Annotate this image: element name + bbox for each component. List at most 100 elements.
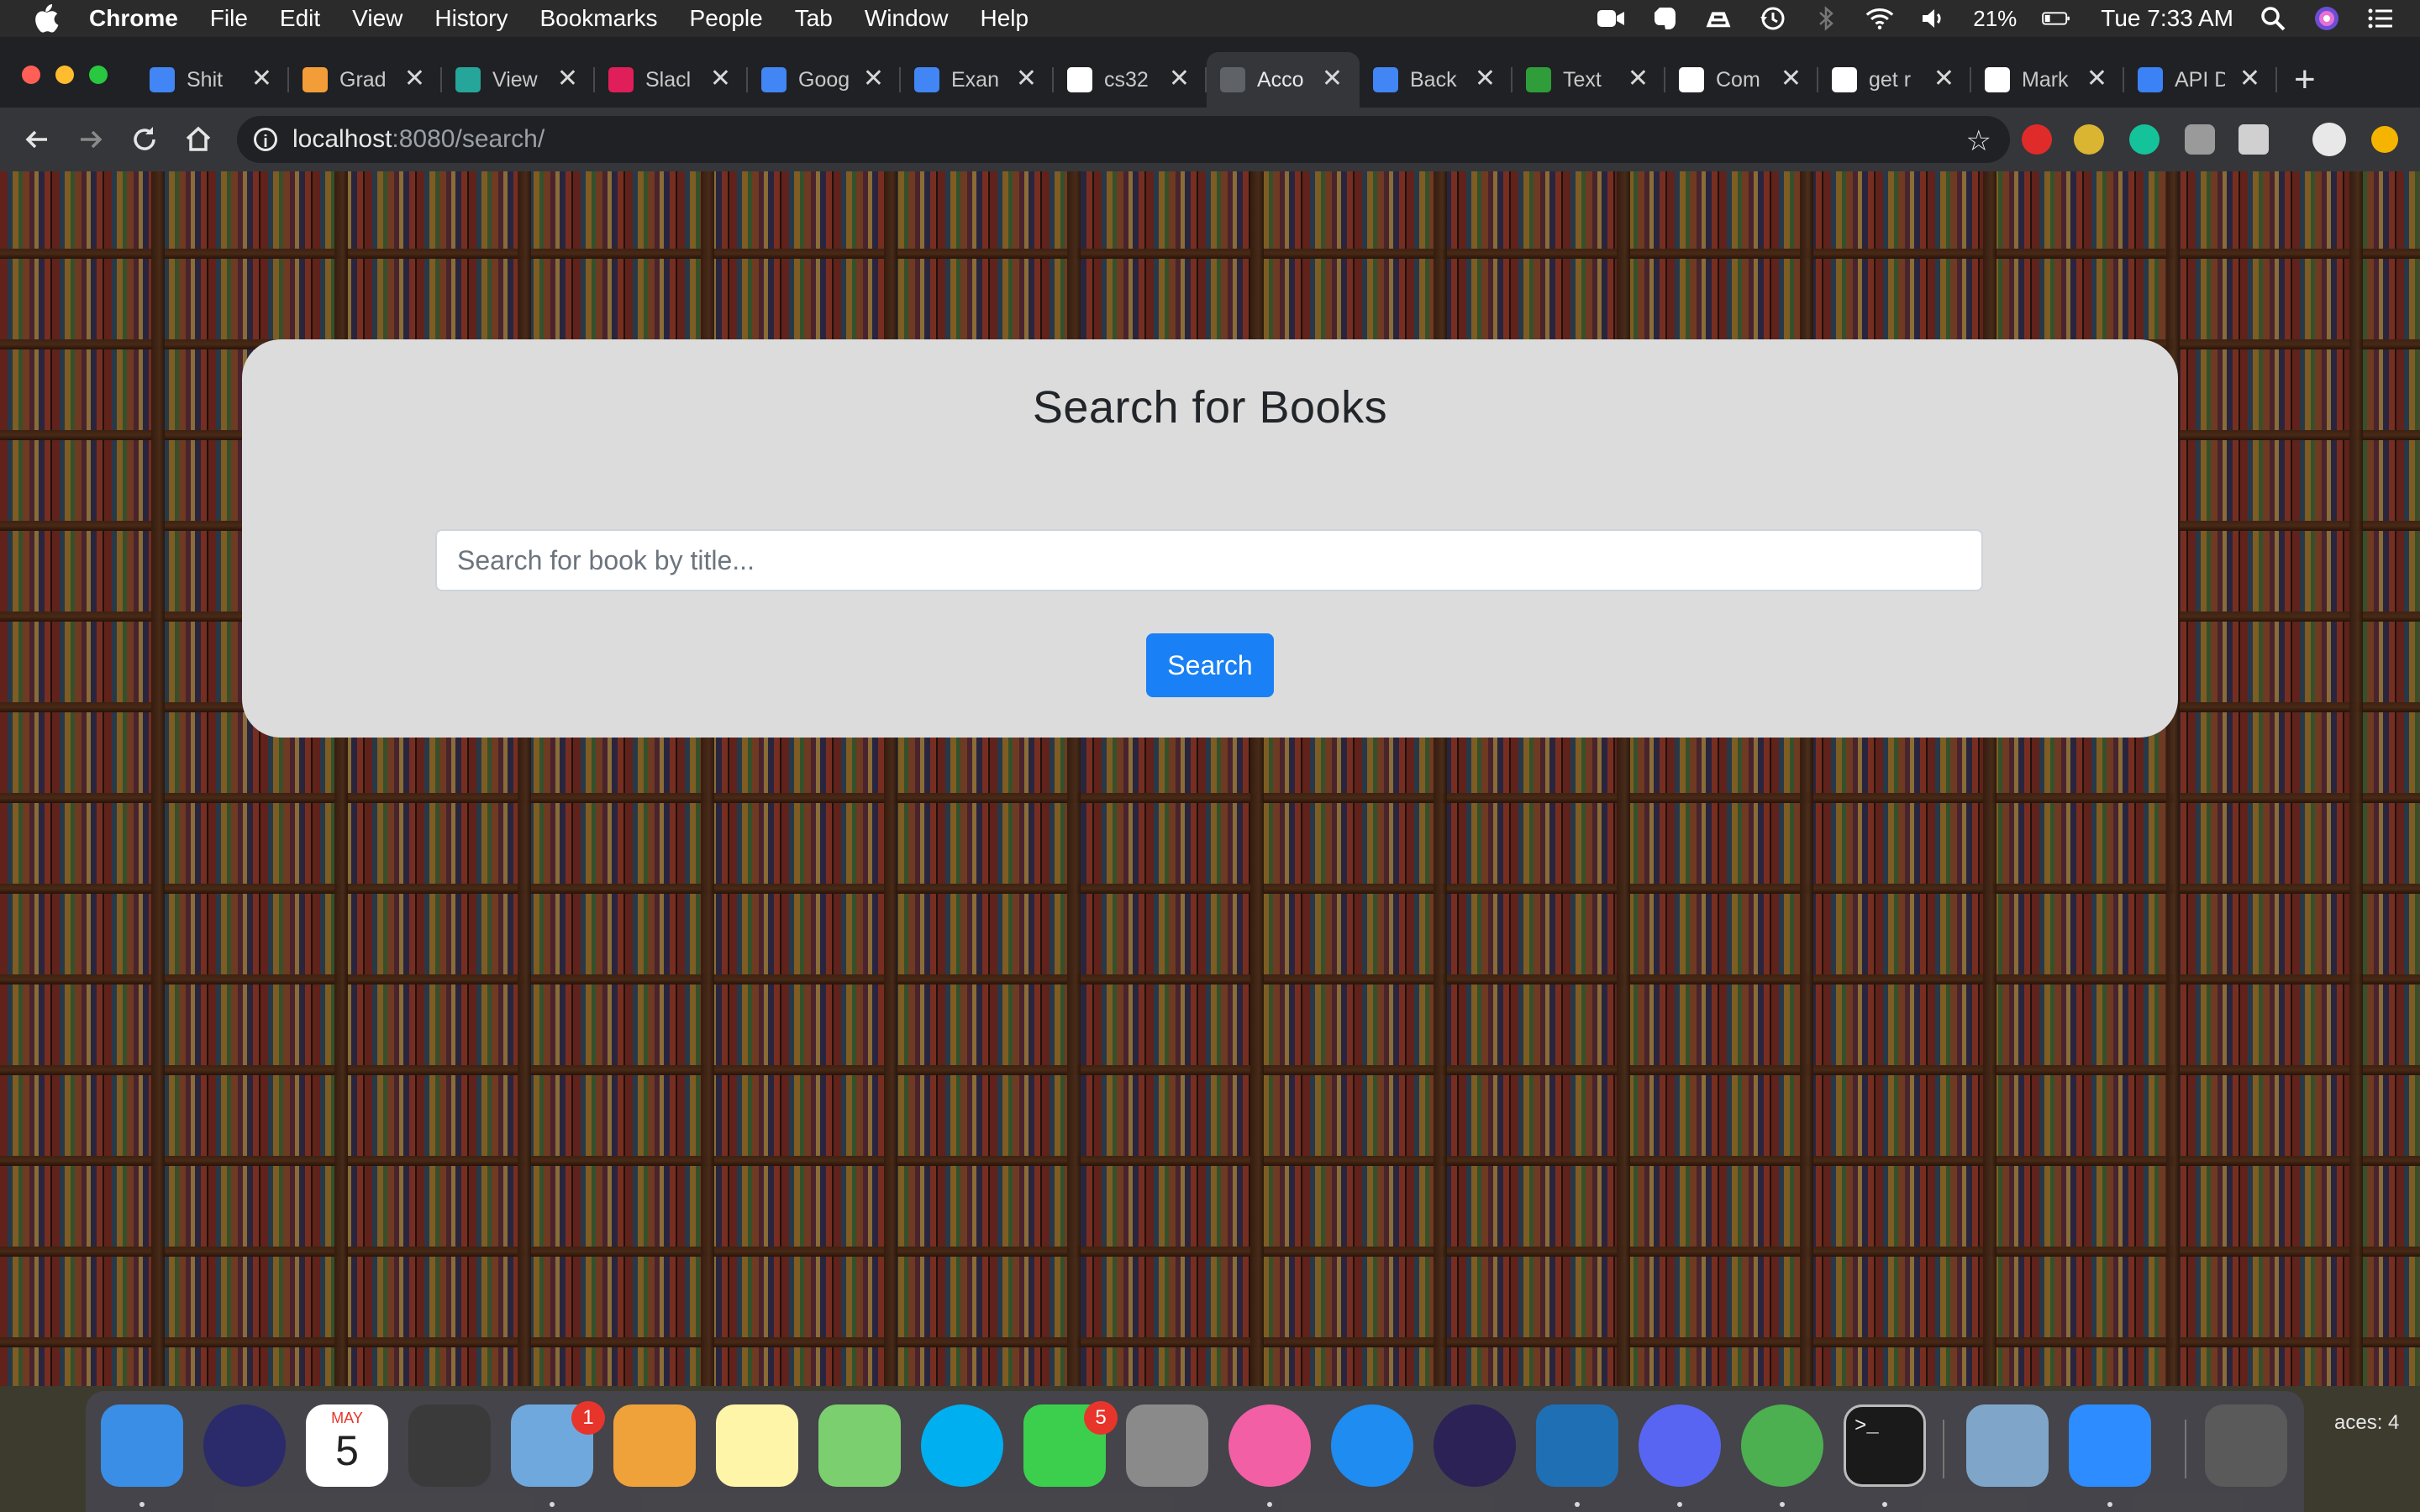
browser-tab[interactable]: Goog ✕	[748, 52, 901, 108]
tab-close-icon[interactable]: ✕	[1781, 66, 1802, 92]
tab-close-icon[interactable]: ✕	[2086, 66, 2107, 92]
notification-badge: 5	[1084, 1401, 1118, 1435]
preview-icon[interactable]	[1966, 1404, 2049, 1487]
url-host: localhost	[292, 125, 392, 153]
browser-tab[interactable]: View ✕	[442, 52, 595, 108]
calendar-icon[interactable]: MAY 5	[306, 1404, 388, 1487]
menu-window[interactable]: Window	[865, 5, 949, 32]
browser-tab[interactable]: Shit ✕	[136, 52, 289, 108]
bluetooth-icon[interactable]	[1812, 6, 1840, 31]
app-store-icon[interactable]	[1331, 1404, 1413, 1487]
running-indicator	[1677, 1502, 1682, 1507]
notes-icon[interactable]	[716, 1404, 798, 1487]
browser-tab[interactable]: get r ✕	[1818, 52, 1971, 108]
browser-tab[interactable]: Back ✕	[1360, 52, 1512, 108]
adblock-icon[interactable]	[2022, 124, 2052, 155]
terminal-icon[interactable]: >_	[1844, 1404, 1926, 1487]
siri-icon[interactable]	[203, 1404, 286, 1487]
tab-close-icon[interactable]: ✕	[2239, 66, 2260, 92]
browser-tab[interactable]: cs32 ✕	[1054, 52, 1207, 108]
spotlight-icon[interactable]	[2259, 7, 2287, 31]
tab-close-icon[interactable]: ✕	[1322, 66, 1343, 92]
menu-help[interactable]: Help	[980, 5, 1028, 32]
address-bar[interactable]: i localhost:8080/search/ ☆	[237, 116, 2010, 163]
browser-tab[interactable]: Grad ✕	[289, 52, 442, 108]
browser-tab[interactable]: Text ✕	[1512, 52, 1665, 108]
siri-icon[interactable]	[2312, 7, 2341, 30]
profile-avatar[interactable]	[2312, 123, 2346, 156]
wifi-icon[interactable]	[1865, 7, 1894, 30]
api-docs-icon	[2138, 67, 2163, 92]
maps-icon[interactable]	[818, 1404, 901, 1487]
tab-close-icon[interactable]: ✕	[404, 66, 425, 92]
menu-app-name[interactable]: Chrome	[89, 5, 178, 32]
github-icon	[1985, 67, 2010, 92]
browser-tab[interactable]: Slacl ✕	[595, 52, 748, 108]
vscode-icon[interactable]	[1536, 1404, 1618, 1487]
menu-people[interactable]: People	[690, 5, 763, 32]
discord-icon[interactable]	[1639, 1404, 1721, 1487]
battery-percent: 21%	[1973, 5, 2018, 31]
drive-sync-icon[interactable]	[1704, 7, 1733, 30]
menubar-clock[interactable]: Tue 7:33 AM	[2101, 5, 2233, 32]
time-machine-icon[interactable]	[1758, 7, 1786, 30]
tab-close-icon[interactable]: ✕	[1628, 66, 1649, 92]
browser-tab[interactable]: Com ✕	[1665, 52, 1818, 108]
menu-tab[interactable]: Tab	[795, 5, 833, 32]
tab-close-icon[interactable]: ✕	[1169, 66, 1190, 92]
browser-tab[interactable]: API D ✕	[2124, 52, 2277, 108]
tab-close-icon[interactable]: ✕	[251, 66, 272, 92]
notification-center-icon[interactable]	[2366, 7, 2395, 30]
evernote-icon[interactable]	[1650, 7, 1679, 30]
mission-control-icon[interactable]	[408, 1404, 491, 1487]
pages-icon[interactable]	[613, 1404, 696, 1487]
volume-icon[interactable]	[1919, 7, 1948, 30]
tab-close-icon[interactable]: ✕	[710, 66, 731, 92]
chrome-icon[interactable]	[1741, 1404, 1823, 1487]
browser-tab[interactable]: Exan ✕	[901, 52, 1054, 108]
notification-badge: 1	[571, 1401, 605, 1435]
apple-menu-icon[interactable]	[32, 3, 59, 34]
address-url[interactable]: localhost:8080/search/	[292, 125, 544, 154]
menu-bookmarks[interactable]: Bookmarks	[539, 5, 657, 32]
menu-edit[interactable]: Edit	[280, 5, 320, 32]
tab-close-icon[interactable]: ✕	[557, 66, 578, 92]
site-info-icon[interactable]: i	[254, 128, 277, 151]
grammarly-icon[interactable]	[2129, 124, 2160, 155]
window-zoom-button[interactable]	[89, 66, 108, 84]
reload-icon[interactable]	[128, 123, 161, 156]
tab-close-icon[interactable]: ✕	[1016, 66, 1037, 92]
zoom-video-icon[interactable]	[1597, 7, 1625, 30]
tab-close-icon[interactable]: ✕	[1933, 66, 1954, 92]
new-tab-button[interactable]: +	[2294, 59, 2316, 101]
tab-close-icon[interactable]: ✕	[1475, 66, 1496, 92]
eclipse-icon[interactable]	[1434, 1404, 1516, 1487]
battery-icon[interactable]	[2042, 7, 2070, 30]
menu-view[interactable]: View	[352, 5, 402, 32]
extension-yellow-icon[interactable]	[2074, 124, 2104, 155]
finder-icon[interactable]	[101, 1404, 183, 1487]
search-input[interactable]	[435, 529, 1983, 591]
home-icon[interactable]	[182, 123, 215, 156]
system-preferences-icon[interactable]	[1126, 1404, 1208, 1487]
window-minimize-button[interactable]	[55, 66, 74, 84]
itunes-icon[interactable]	[1228, 1404, 1311, 1487]
window-close-button[interactable]	[22, 66, 40, 84]
extension-tabs-icon[interactable]	[2238, 124, 2269, 155]
menu-file[interactable]: File	[210, 5, 248, 32]
menu-history[interactable]: History	[434, 5, 508, 32]
back-arrow-icon[interactable]	[20, 123, 54, 156]
extension-grey-icon[interactable]	[2185, 124, 2215, 155]
menubar-status-area: 21% Tue 7:33 AM	[1597, 0, 2395, 37]
tab-close-icon[interactable]: ✕	[863, 66, 884, 92]
tab-label: Goog	[798, 67, 849, 92]
bookmark-star-icon[interactable]: ☆	[1966, 124, 1991, 158]
browser-tab[interactable]: Mark ✕	[1971, 52, 2124, 108]
forward-arrow-icon[interactable]	[74, 123, 108, 156]
trash-icon[interactable]	[2205, 1404, 2287, 1487]
search-button[interactable]: Search	[1146, 633, 1274, 697]
update-indicator-icon[interactable]	[2371, 126, 2398, 153]
browser-tab[interactable]: Acco ✕	[1207, 52, 1360, 108]
zoom-icon[interactable]	[2069, 1404, 2151, 1487]
skype-icon[interactable]	[921, 1404, 1003, 1487]
